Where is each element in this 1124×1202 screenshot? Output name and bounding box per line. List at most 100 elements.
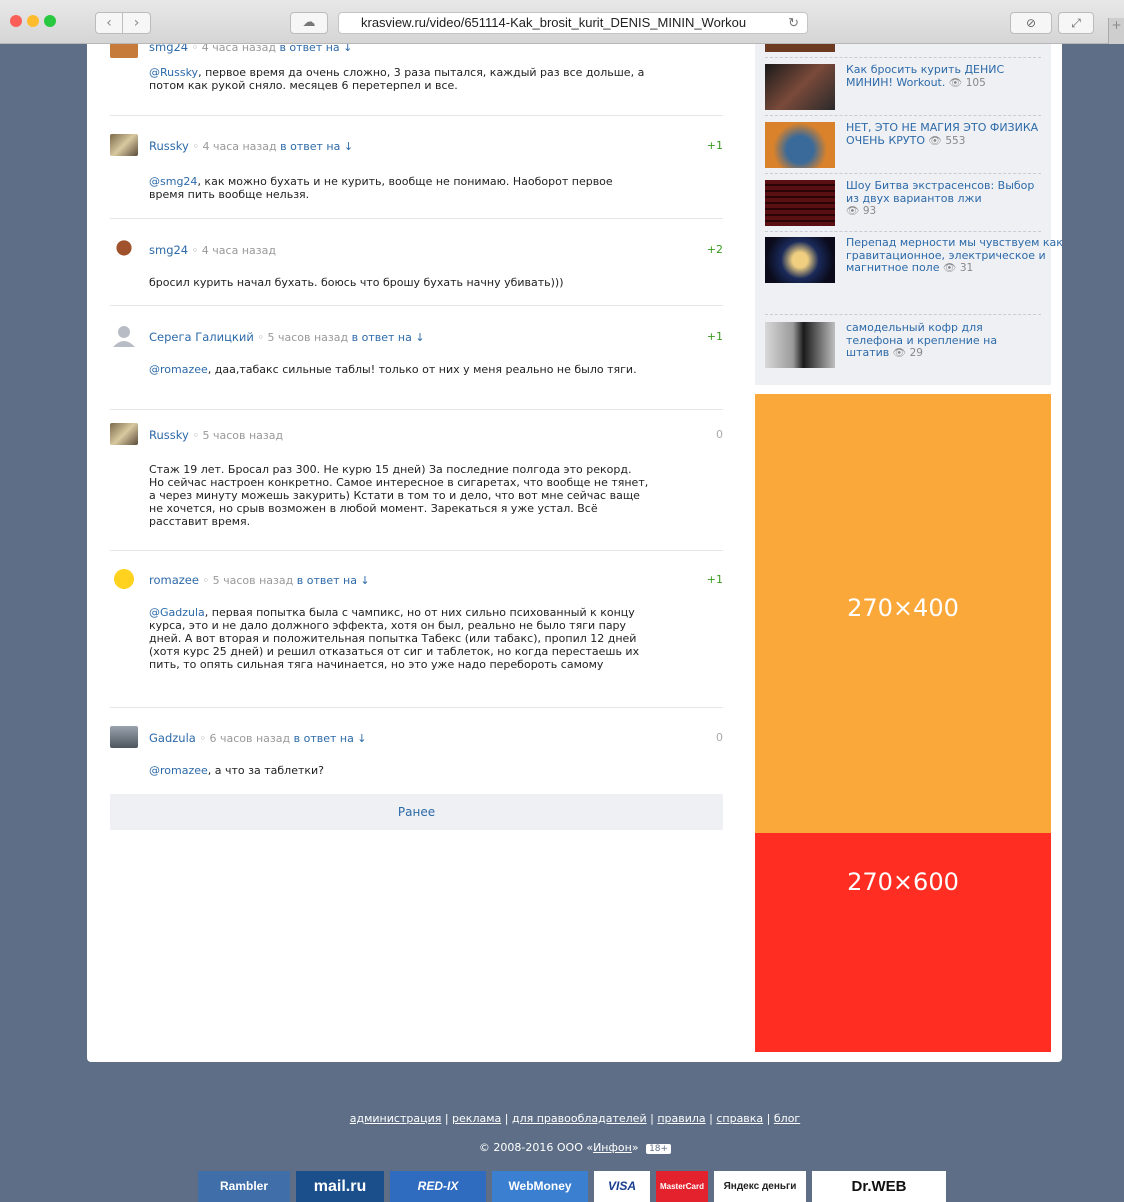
zoom-window-button[interactable] (44, 15, 56, 27)
comment-time: 5 часов назад (267, 331, 349, 344)
comment: Серега Галицкий ◦ 5 часов назад в ответ … (110, 325, 723, 410)
mailru-badge[interactable]: mail.ru (296, 1171, 384, 1202)
comment-author[interactable]: Russky (149, 139, 189, 153)
page-content: smg24 ◦ 4 часа назад в ответ на ↓ @Russk… (87, 44, 1062, 1062)
video-thumbnail[interactable] (765, 237, 835, 283)
close-window-button[interactable] (10, 15, 22, 27)
comment-score: +1 (706, 139, 723, 152)
video-thumbnail[interactable] (765, 180, 835, 226)
minimize-window-button[interactable] (27, 15, 39, 27)
comment-score: 0 (716, 428, 723, 441)
comment-time: 6 часов назад (209, 732, 291, 745)
user-placeholder-icon (113, 326, 135, 347)
related-video-title[interactable]: Шоу Битва экстрасенсов: Выбор из двух ва… (846, 179, 1034, 205)
reply-link[interactable]: в ответ на ↓ (352, 331, 425, 344)
comment: romazee ◦ 5 часов назад в ответ на ↓ +1 … (110, 568, 723, 708)
fullscreen-icon[interactable]: ⤢ (1058, 12, 1094, 34)
comment-text: , первая попытка была с чампикс, но от н… (149, 606, 640, 671)
related-video-item[interactable]: Шоу Битва экстрасенсов: Выбор из двух ва… (765, 179, 1041, 232)
visa-badge[interactable]: VISA (594, 1171, 650, 1202)
comment: smg24 ◦ 4 часа назад +2 бросил курить на… (110, 238, 723, 306)
comment-text: бросил курить начал бухать. боюсь что бр… (149, 276, 564, 289)
load-earlier-button[interactable]: Ранее (110, 794, 723, 830)
avatar[interactable] (110, 238, 138, 260)
comment-time: 4 часа назад (202, 140, 277, 153)
footer-nav: администрация | реклама | для правооблад… (349, 1112, 801, 1125)
avatar[interactable] (110, 568, 138, 590)
copyright: © 2008-2016 ООО «Инфон» 18+ (0, 1141, 1124, 1154)
ad-banner-270x400[interactable]: 270×400 (755, 394, 1051, 833)
reply-link[interactable]: в ответ на ↓ (294, 732, 367, 745)
partner-badges: Rambler ТОП100 mail.ru RED-IX WebMoney V… (198, 1171, 946, 1202)
eye-icon: 👁 (942, 262, 957, 274)
company-link[interactable]: Инфон (593, 1141, 632, 1154)
video-thumbnail[interactable] (765, 322, 835, 368)
avatar[interactable] (110, 726, 138, 748)
related-video-title[interactable]: НЕТ, ЭТО НЕ МАГИЯ ЭТО ФИЗИКА ОЧЕНЬ КРУТО (846, 121, 1038, 147)
back-button[interactable]: ‹ (95, 12, 123, 34)
reply-link[interactable]: в ответ на ↓ (279, 44, 352, 54)
mention-link[interactable]: @Russky (149, 66, 198, 79)
comment: Gadzula ◦ 6 часов назад в ответ на ↓ 0 @… (110, 726, 723, 788)
comment-author[interactable]: smg24 (149, 44, 188, 54)
address-bar[interactable]: krasview.ru/video/651114-Kak_brosit_kuri… (338, 12, 808, 34)
comment-author[interactable]: smg24 (149, 243, 188, 257)
avatar[interactable] (110, 134, 138, 156)
related-videos: Как бросить курить ДЕНИС МИНИН! Workout.… (755, 44, 1062, 385)
webmoney-badge[interactable]: WebMoney (492, 1171, 588, 1202)
view-count: 31 (959, 262, 974, 274)
browser-toolbar: ‹ › ☁ krasview.ru/video/651114-Kak_brosi… (0, 0, 1124, 44)
video-thumbnail[interactable] (765, 122, 835, 168)
comment: smg24 ◦ 4 часа назад в ответ на ↓ @Russk… (110, 44, 723, 116)
mention-link[interactable]: @Gadzula (149, 606, 205, 619)
comment-author[interactable]: Russky (149, 428, 189, 442)
mention-link[interactable]: @romazee (149, 363, 208, 376)
avatar[interactable] (110, 423, 138, 445)
comment-author[interactable]: romazee (149, 573, 199, 587)
comment-time: 4 часа назад (201, 244, 276, 257)
comment-text: , а что за таблетки? (207, 764, 325, 777)
footer-link-rules[interactable]: правила (657, 1112, 705, 1125)
video-thumbnail[interactable] (765, 64, 835, 110)
related-video-item[interactable]: Как бросить курить ДЕНИС МИНИН! Workout.… (765, 63, 1041, 116)
footer-link-copyright[interactable]: для правообладателей (512, 1112, 647, 1125)
reply-link[interactable]: в ответ на ↓ (280, 140, 353, 153)
comment-text: , как можно бухать и не курить, вообще н… (149, 175, 613, 201)
mastercard-badge[interactable]: MasterCard (656, 1171, 708, 1202)
view-count: 553 (945, 134, 966, 147)
reload-icon[interactable]: ↻ (788, 13, 799, 33)
footer-link-admin[interactable]: администрация (350, 1112, 442, 1125)
mention-link[interactable]: @romazee (149, 764, 208, 777)
drweb-badge[interactable]: Dr.WEB (812, 1171, 946, 1202)
view-count: 105 (965, 76, 986, 89)
yandex-money-badge[interactable]: Яндекс деньги (714, 1171, 806, 1202)
mention-link[interactable]: @smg24 (149, 175, 197, 188)
eye-icon: 👁 (846, 205, 860, 217)
comment-text: , первое время да очень сложно, 3 раза п… (149, 66, 645, 92)
comment-score: +1 (706, 330, 723, 343)
related-video-item[interactable]: НЕТ, ЭТО НЕ МАГИЯ ЭТО ФИЗИКА ОЧЕНЬ КРУТО… (765, 121, 1041, 174)
footer-link-blog[interactable]: блог (774, 1112, 800, 1125)
window-controls (10, 15, 61, 30)
ad-banner-270x600[interactable]: 270×600 (755, 833, 1051, 1052)
redix-badge[interactable]: RED-IX (390, 1171, 486, 1202)
comment-author[interactable]: Серега Галицкий (149, 330, 254, 344)
comment-author[interactable]: Gadzula (149, 731, 196, 745)
comment-time: 5 часов назад (202, 429, 284, 442)
rambler-badge[interactable]: Rambler ТОП100 (198, 1171, 290, 1202)
footer-link-help[interactable]: справка (716, 1112, 763, 1125)
new-tab-button[interactable]: + (1108, 18, 1124, 44)
comment-score: +2 (706, 243, 723, 256)
icloud-tabs-icon[interactable]: ☁ (290, 12, 328, 34)
reply-link[interactable]: в ответ на ↓ (297, 574, 370, 587)
comment-time: 4 часа назад (201, 44, 276, 54)
comment: Russky ◦ 5 часов назад 0 Стаж 19 лет. Бр… (110, 423, 723, 551)
related-video-item[interactable]: самодельный кофр для телефона и креплени… (765, 321, 1041, 370)
related-video-item[interactable]: Перепад мерности мы чувствуем как гравит… (765, 236, 1062, 315)
footer-link-ads[interactable]: реклама (452, 1112, 501, 1125)
comment-time: 5 часов назад (212, 574, 294, 587)
avatar[interactable] (110, 44, 138, 58)
avatar[interactable] (110, 325, 138, 347)
reader-icon[interactable]: ⊘ (1010, 12, 1052, 34)
forward-button[interactable]: › (123, 12, 151, 34)
